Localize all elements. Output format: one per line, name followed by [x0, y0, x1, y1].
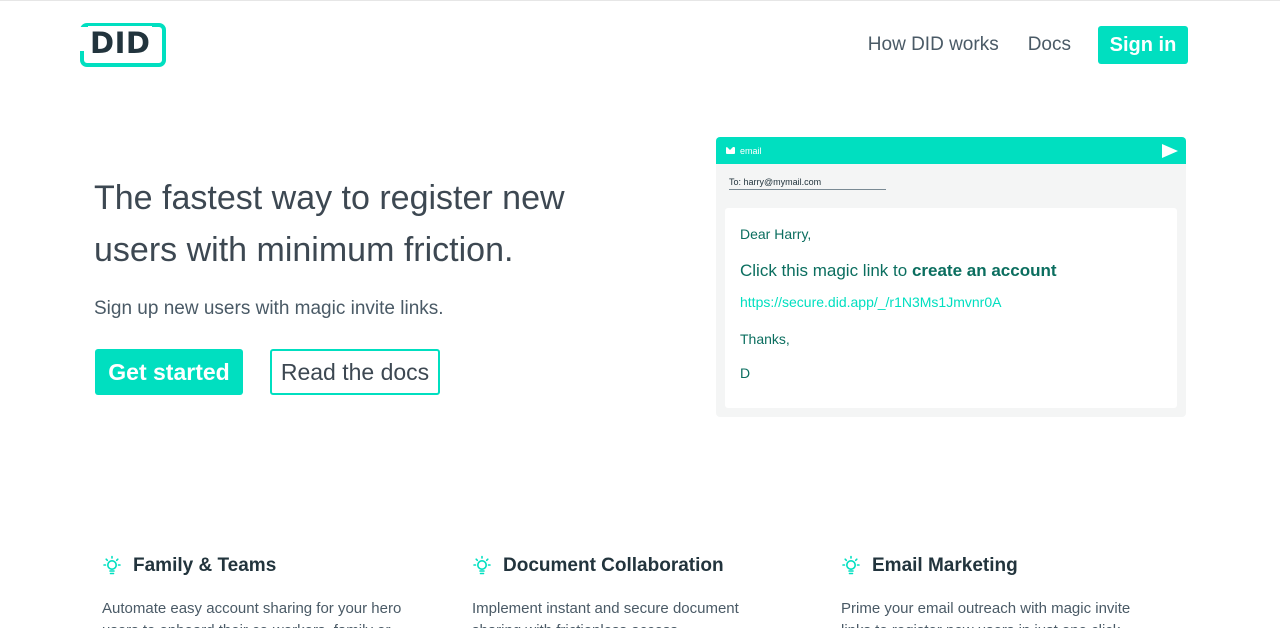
- feature-title: Email Marketing: [872, 555, 1018, 576]
- did-logo[interactable]: DID: [76, 23, 168, 69]
- email-signature: D: [740, 365, 751, 381]
- feature-description: Automate easy account sharing for your h…: [102, 600, 402, 628]
- email-bar-label: email: [740, 145, 762, 156]
- lightbulb-icon: [103, 555, 121, 575]
- lightbulb-icon: [842, 555, 860, 575]
- email-thanks: Thanks,: [740, 331, 790, 347]
- envelope-icon: [726, 147, 735, 154]
- top-border: [0, 0, 1280, 3]
- feature-document-collaboration: Document Collaboration Implement instant…: [472, 552, 812, 628]
- lightbulb-icon: [473, 555, 491, 575]
- feature-description: Prime your email outreach with magic inv…: [841, 600, 1131, 628]
- top-nav: How DID works Docs Sign in: [868, 26, 1188, 64]
- read-docs-button[interactable]: Read the docs: [270, 349, 440, 395]
- email-click-line: Click this magic link to create an accou…: [740, 261, 1057, 281]
- magic-link: https://secure.did.app/_/r1N3Ms1Jmvnr0A: [740, 294, 1002, 310]
- email-preview: email To: harry@mymail.com Dear Harry, C…: [716, 137, 1186, 417]
- email-to-field: To: harry@mymail.com: [729, 177, 886, 190]
- email-body: Dear Harry, Click this magic link to cre…: [725, 208, 1177, 408]
- feature-title: Family & Teams: [133, 555, 277, 576]
- send-icon: [1162, 144, 1178, 158]
- get-started-button[interactable]: Get started: [95, 349, 243, 395]
- hero-subtitle: Sign up new users with magic invite link…: [94, 298, 444, 319]
- email-click-text: Click this magic link to: [740, 261, 908, 280]
- nav-docs[interactable]: Docs: [1028, 34, 1071, 56]
- feature-description: Implement instant and secure document sh…: [472, 600, 739, 628]
- email-header-bar: email: [716, 137, 1186, 164]
- nav-how-did-works[interactable]: How DID works: [868, 34, 999, 56]
- hero-title: The fastest way to register new users wi…: [94, 179, 565, 269]
- email-greeting: Dear Harry,: [740, 226, 812, 242]
- sign-in-button[interactable]: Sign in: [1098, 26, 1188, 64]
- feature-family-teams: Family & Teams Automate easy account sha…: [102, 552, 442, 628]
- feature-email-marketing: Email Marketing Prime your email outreac…: [841, 552, 1181, 628]
- logo-text: DID: [88, 26, 153, 60]
- email-click-bold: create an account: [911, 261, 1057, 280]
- feature-title: Document Collaboration: [503, 555, 724, 576]
